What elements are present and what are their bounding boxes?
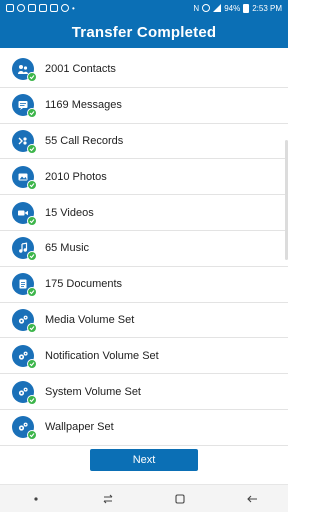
image-icon <box>39 4 47 12</box>
settings-gears-icon <box>12 308 37 333</box>
wifi-icon <box>202 4 211 12</box>
list-item: 65 Music <box>0 230 288 267</box>
list-item: 55 Call Records <box>0 123 288 160</box>
next-button[interactable]: Next <box>90 449 198 471</box>
status-system: N 94% 2:53 PM <box>193 3 282 13</box>
call-records-icon <box>12 129 37 154</box>
list-item: System Volume Set <box>0 374 288 410</box>
list-item-label: System Volume Set <box>45 385 141 398</box>
videos-icon <box>12 201 37 226</box>
list-item: 2001 Contacts <box>0 52 288 88</box>
photos-icon <box>12 165 37 190</box>
contacts-icon <box>12 58 37 83</box>
check-icon <box>27 72 37 83</box>
list-item-label: 175 Documents <box>45 278 123 291</box>
list-item: Media Volume Set <box>0 302 288 339</box>
settings-gears-icon <box>12 416 37 441</box>
documents-icon <box>12 273 37 298</box>
recent-apps-button[interactable] <box>96 489 120 509</box>
music-icon <box>12 237 37 262</box>
info-icon <box>61 4 69 12</box>
status-notifications: • <box>6 4 75 13</box>
status-bar: • N 94% 2:53 PM <box>0 0 288 16</box>
clock: 2:53 PM <box>252 3 282 13</box>
app-bar: Transfer Completed <box>0 16 288 48</box>
battery-percent: 94% <box>224 3 241 13</box>
list-item-label: 55 Call Records <box>45 134 124 147</box>
nfc-icon: N <box>193 3 200 13</box>
list-item-label: 65 Music <box>45 242 90 255</box>
settings-gears-icon <box>12 344 37 369</box>
list-item-label: Wallpaper Set <box>45 421 114 434</box>
list-item: Notification Volume Set <box>0 338 288 375</box>
nav-dot-button[interactable] <box>24 489 48 509</box>
check-icon <box>27 430 37 441</box>
list-item-label: 2010 Photos <box>45 170 107 183</box>
mail-icon <box>6 4 14 12</box>
sync-icon <box>17 4 25 12</box>
check-icon <box>27 358 37 369</box>
messages-icon <box>12 94 37 119</box>
transfer-summary-list: 2001 Contacts 1169 Messages 55 Call Record… <box>0 52 288 446</box>
check-icon <box>27 287 37 298</box>
battery-icon <box>243 3 250 13</box>
page-title: Transfer Completed <box>71 23 217 41</box>
check-icon <box>27 143 37 154</box>
home-button[interactable] <box>168 489 192 509</box>
list-item-label: Media Volume Set <box>45 313 135 326</box>
more-dots-icon: • <box>72 3 75 13</box>
list-item: 15 Videos <box>0 195 288 231</box>
check-icon <box>27 215 37 226</box>
check-icon <box>27 394 37 405</box>
list-item-label: 2001 Contacts <box>45 63 116 76</box>
check-icon <box>27 179 37 190</box>
navigation-bar <box>0 484 288 512</box>
list-item: Wallpaper Set <box>0 409 288 446</box>
signal-icon <box>213 4 222 12</box>
check-icon <box>27 108 37 119</box>
scroll-indicator <box>285 140 288 260</box>
settings-gears-icon <box>12 380 37 405</box>
list-item-label: 1169 Messages <box>45 99 122 112</box>
list-item-label: Notification Volume Set <box>45 349 159 362</box>
back-button[interactable] <box>240 489 264 509</box>
list-item: 1169 Messages <box>0 87 288 124</box>
list-item: 175 Documents <box>0 266 288 303</box>
message-icon <box>50 4 58 12</box>
list-item: 2010 Photos <box>0 159 288 196</box>
cast-icon <box>28 4 36 12</box>
check-icon <box>27 322 37 333</box>
check-icon <box>27 251 37 262</box>
list-item-label: 15 Videos <box>45 206 94 219</box>
